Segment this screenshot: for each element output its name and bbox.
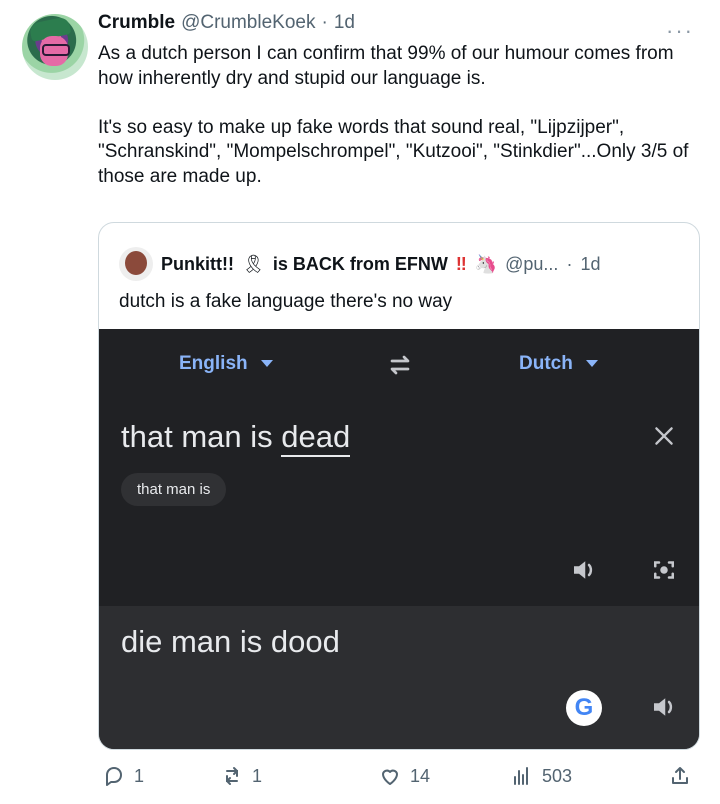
like-count: 14 [410, 765, 431, 786]
translated-text: die man is dood [121, 624, 340, 659]
google-logo-icon[interactable]: G [566, 690, 602, 726]
reply-count: 1 [134, 765, 145, 786]
quoted-author-name[interactable]: Punkitt!! [161, 254, 234, 275]
double-exclamation-icon: ‼ [455, 253, 467, 274]
views-icon [514, 767, 528, 785]
author-handle[interactable]: @CrumbleKoek [181, 12, 315, 34]
translation-output-area: die man is dood G [99, 606, 699, 749]
language-bar: English Dutch [99, 329, 699, 402]
target-language-select[interactable]: Dutch [519, 353, 599, 375]
quoted-tweet-time[interactable]: 1d [580, 254, 600, 275]
quoted-tweet-header: Punkitt!! 🎗 is BACK from EFNW ‼ 🦄 @pu...… [119, 247, 600, 281]
separator-dot: · [566, 253, 573, 274]
retweet-button[interactable]: 1 [220, 764, 262, 788]
speaker-icon[interactable] [569, 555, 599, 585]
caret-down-icon [260, 360, 273, 367]
target-language-label: Dutch [519, 353, 573, 374]
reply-button[interactable]: 1 [102, 764, 144, 788]
source-language-select[interactable]: English [179, 353, 273, 375]
suggestion-chip[interactable]: that man is [121, 473, 227, 506]
share-icon [672, 767, 688, 784]
unicorn-icon: 🦄 [474, 253, 498, 274]
tweet-actions: 1 1 14 503 [102, 762, 692, 792]
quoted-tweet[interactable]: Punkitt!! 🎗 is BACK from EFNW ‼ 🦄 @pu...… [98, 222, 700, 750]
source-text[interactable]: that man is dead [121, 419, 351, 457]
author-name[interactable]: Crumble [98, 12, 175, 34]
quoted-author-name-suffix: is BACK from EFNW [272, 253, 448, 274]
tweet-header: Crumble @CrumbleKoek · 1d [98, 12, 355, 34]
separator-dot: · [321, 12, 328, 33]
tweet-text: As a dutch person I can confirm that 99%… [98, 43, 689, 187]
source-text-prefix: that man is [121, 419, 282, 454]
close-icon[interactable] [651, 423, 677, 449]
reply-icon [106, 767, 122, 786]
swap-languages-icon[interactable] [384, 349, 416, 381]
ribbon-icon: 🎗 [241, 253, 265, 274]
quoted-tweet-text: dutch is a fake language there's no way [119, 291, 453, 312]
source-language-label: English [179, 353, 248, 374]
translate-screenshot: English Dutch that man is dead that man … [99, 329, 699, 749]
author-avatar[interactable] [22, 14, 88, 80]
views-count: 503 [542, 765, 573, 786]
speaker-icon[interactable] [649, 692, 679, 722]
share-button[interactable] [668, 764, 692, 788]
source-input-area[interactable]: that man is dead that man is [99, 401, 699, 606]
like-button[interactable]: 14 [378, 764, 430, 788]
avatar-glasses [42, 44, 70, 56]
caret-down-icon [586, 360, 599, 367]
quoted-author-avatar[interactable] [119, 247, 153, 281]
source-text-underlined: dead [281, 419, 351, 457]
retweet-icon [226, 767, 238, 785]
retweet-count: 1 [252, 765, 263, 786]
more-options-icon[interactable]: ··· [666, 18, 694, 44]
views-button[interactable]: 503 [510, 764, 572, 788]
tweet-time[interactable]: 1d [334, 12, 355, 34]
quoted-author-handle[interactable]: @pu... [505, 254, 558, 275]
camera-icon[interactable] [649, 555, 679, 585]
heart-icon [382, 769, 398, 785]
